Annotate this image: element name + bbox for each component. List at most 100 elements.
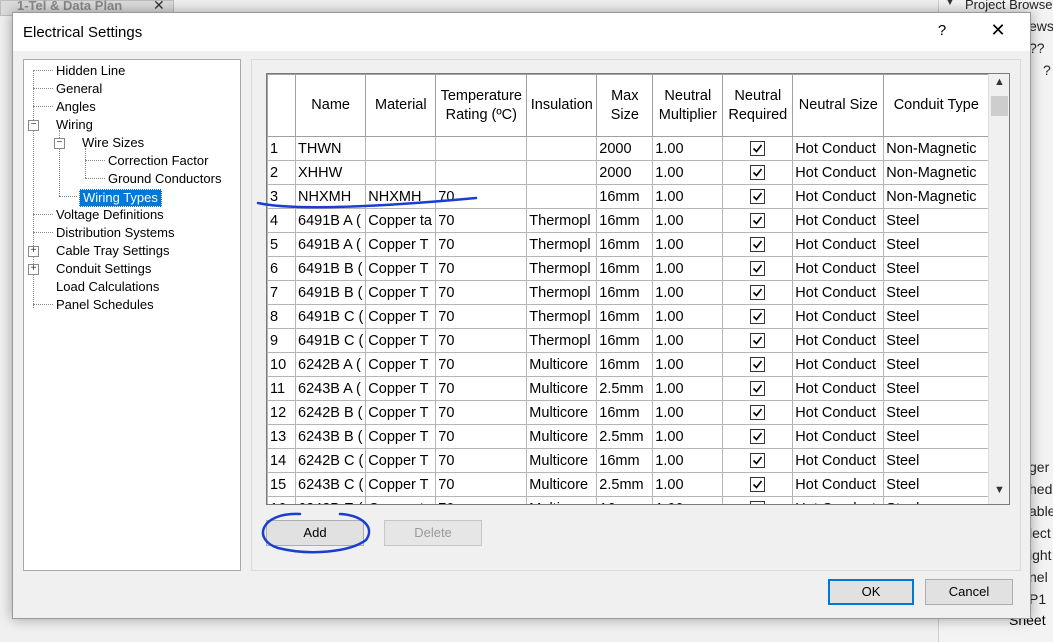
add-button[interactable]: Add bbox=[266, 520, 364, 546]
conduit-type-cell[interactable]: Steel bbox=[883, 352, 990, 377]
name-cell[interactable]: 6242B B ( bbox=[294, 400, 367, 425]
table-row[interactable]: 15 6243B C (Copper T 70 Multicore 2.5mm 1.00 H… bbox=[267, 472, 990, 497]
neutral-multiplier-cell[interactable]: 1.00 bbox=[652, 160, 724, 185]
vertical-scrollbar[interactable]: ▲ ▼ bbox=[988, 74, 1009, 504]
material-cell[interactable] bbox=[365, 136, 437, 161]
name-cell[interactable]: 6491B B ( bbox=[294, 280, 367, 305]
neutral-required-checkbox[interactable] bbox=[750, 165, 766, 181]
row-number[interactable]: 9 bbox=[267, 328, 296, 353]
max-size-cell[interactable]: 2.5mm bbox=[596, 472, 654, 497]
tree-item-panel-schedules[interactable]: Panel Schedules bbox=[56, 297, 154, 313]
neutral-required-checkbox[interactable] bbox=[750, 429, 766, 445]
neutral-required-checkbox[interactable] bbox=[750, 309, 766, 325]
neutral-size-cell[interactable]: Hot Conduct bbox=[792, 160, 885, 185]
table-row[interactable]: 2 XHHW 2000 1.00 Hot Conduct Non-Magnetic bbox=[267, 160, 990, 185]
neutral-size-cell[interactable]: Hot Conduct bbox=[792, 376, 885, 401]
max-size-cell[interactable]: 16mm bbox=[596, 304, 654, 329]
insulation-cell[interactable]: Multicore bbox=[526, 472, 598, 497]
table-row[interactable]: 5 6491B A (Copper T 70 Thermopl 16mm 1.00 Hot … bbox=[267, 232, 990, 257]
neutral-size-cell[interactable]: Hot Conduct bbox=[792, 304, 885, 329]
column-header-material[interactable]: Material bbox=[365, 74, 437, 137]
neutral-required-checkbox[interactable] bbox=[750, 261, 766, 277]
row-number[interactable]: 5 bbox=[267, 232, 296, 257]
insulation-cell[interactable]: Multicore bbox=[526, 352, 598, 377]
table-row[interactable]: 4 6491B A (Copper ta 70 Thermopl 16mm 1.00 Hot… bbox=[267, 208, 990, 233]
row-number[interactable]: 11 bbox=[267, 376, 296, 401]
conduit-type-cell[interactable]: Steel bbox=[883, 448, 990, 473]
table-row[interactable]: 10 6242B A (Copper T 70 Multicore 16mm 1.00 Ho… bbox=[267, 352, 990, 377]
neutral-required-cell[interactable] bbox=[722, 472, 794, 497]
neutral-required-cell[interactable] bbox=[722, 160, 794, 185]
neutral-multiplier-cell[interactable]: 1.00 bbox=[652, 280, 724, 305]
temperature-cell[interactable]: 70 bbox=[435, 424, 528, 449]
neutral-required-cell[interactable] bbox=[722, 448, 794, 473]
neutral-multiplier-cell[interactable]: 1.00 bbox=[652, 136, 724, 161]
material-cell[interactable]: Copper T bbox=[365, 304, 437, 329]
neutral-size-cell[interactable]: Hot Conduct bbox=[792, 328, 885, 353]
table-row[interactable]: 7 6491B B (Copper T 70 Thermopl 16mm 1.00 Hot … bbox=[267, 280, 990, 305]
row-number[interactable]: 12 bbox=[267, 400, 296, 425]
scroll-up-icon[interactable]: ▲ bbox=[989, 76, 1009, 92]
temperature-cell[interactable] bbox=[435, 136, 528, 161]
table-row[interactable]: 14 6242B C (Copper T 70 Multicore 16mm 1.00 Ho… bbox=[267, 448, 990, 473]
neutral-multiplier-cell[interactable]: 1.00 bbox=[652, 400, 724, 425]
table-row[interactable]: 8 6491B C (Copper T 70 Thermopl 16mm 1.00 Hot … bbox=[267, 304, 990, 329]
max-size-cell[interactable]: 2.5mm bbox=[596, 424, 654, 449]
neutral-size-cell[interactable]: Hot Conduct bbox=[792, 256, 885, 281]
max-size-cell[interactable]: 16mm bbox=[596, 352, 654, 377]
tree-item-wire-sizes[interactable]: Wire Sizes bbox=[82, 135, 144, 151]
insulation-cell[interactable]: Thermopl bbox=[526, 304, 598, 329]
dropdown-arrow-icon[interactable]: ▼ bbox=[945, 0, 955, 8]
tree-item-wiring[interactable]: Wiring bbox=[56, 117, 93, 133]
max-size-cell[interactable]: 16mm bbox=[596, 400, 654, 425]
material-cell[interactable]: NHXMH bbox=[365, 184, 437, 209]
max-size-cell[interactable]: 16mm bbox=[596, 208, 654, 233]
name-cell[interactable]: 6491B B ( bbox=[294, 256, 367, 281]
neutral-multiplier-cell[interactable]: 1.00 bbox=[652, 472, 724, 497]
neutral-required-checkbox[interactable] bbox=[750, 477, 766, 493]
neutral-required-cell[interactable] bbox=[722, 376, 794, 401]
max-size-cell[interactable]: 16mm bbox=[596, 448, 654, 473]
name-cell[interactable]: THWN bbox=[294, 136, 367, 161]
max-size-cell[interactable]: 16mm bbox=[596, 256, 654, 281]
name-cell[interactable]: NHXMH bbox=[294, 184, 367, 209]
conduit-type-cell[interactable]: Steel bbox=[883, 232, 990, 257]
insulation-cell[interactable]: Thermopl bbox=[526, 328, 598, 353]
temperature-cell[interactable]: 70 bbox=[435, 184, 528, 209]
column-header-neutral-multiplier[interactable]: Neutral Multiplier bbox=[652, 74, 724, 137]
neutral-size-cell[interactable]: Hot Conduct bbox=[792, 400, 885, 425]
conduit-type-cell[interactable]: Steel bbox=[883, 400, 990, 425]
material-cell[interactable]: Copper T bbox=[365, 376, 437, 401]
neutral-required-cell[interactable] bbox=[722, 424, 794, 449]
material-cell[interactable]: Copper T bbox=[365, 400, 437, 425]
neutral-size-cell[interactable]: Hot Conduct bbox=[792, 232, 885, 257]
neutral-size-cell[interactable]: Hot Conduct bbox=[792, 496, 885, 504]
row-number[interactable]: 13 bbox=[267, 424, 296, 449]
max-size-cell[interactable]: 16mm bbox=[596, 328, 654, 353]
neutral-multiplier-cell[interactable]: 1.00 bbox=[652, 256, 724, 281]
temperature-cell[interactable]: 70 bbox=[435, 232, 528, 257]
tree-item-voltage-definitions[interactable]: Voltage Definitions bbox=[56, 207, 164, 223]
insulation-cell[interactable]: Multicore bbox=[526, 400, 598, 425]
conduit-type-cell[interactable]: Steel bbox=[883, 280, 990, 305]
row-number[interactable]: 1 bbox=[267, 136, 296, 161]
conduit-type-cell[interactable]: Non-Magnetic bbox=[883, 184, 990, 209]
conduit-type-cell[interactable]: Non-Magnetic bbox=[883, 136, 990, 161]
neutral-size-cell[interactable]: Hot Conduct bbox=[792, 424, 885, 449]
table-row[interactable]: 13 6243B B (Copper T 70 Multicore 2.5mm 1.00 H… bbox=[267, 424, 990, 449]
temperature-cell[interactable]: 70 bbox=[435, 400, 528, 425]
neutral-required-checkbox[interactable] bbox=[750, 453, 766, 469]
scroll-thumb[interactable] bbox=[991, 96, 1008, 116]
neutral-multiplier-cell[interactable]: 1.00 bbox=[652, 424, 724, 449]
name-cell[interactable]: 6243B C ( bbox=[294, 472, 367, 497]
neutral-required-checkbox[interactable] bbox=[750, 141, 766, 157]
name-cell[interactable]: 6491B C ( bbox=[294, 328, 367, 353]
neutral-required-cell[interactable] bbox=[722, 280, 794, 305]
collapse-icon[interactable]: − bbox=[28, 120, 39, 131]
name-cell[interactable]: 6243B A ( bbox=[294, 376, 367, 401]
neutral-required-checkbox[interactable] bbox=[750, 237, 766, 253]
name-cell[interactable]: 6242B A ( bbox=[294, 352, 367, 377]
row-number[interactable]: 8 bbox=[267, 304, 296, 329]
name-cell[interactable]: 6243B B ( bbox=[294, 424, 367, 449]
temperature-cell[interactable]: 70 bbox=[435, 352, 528, 377]
